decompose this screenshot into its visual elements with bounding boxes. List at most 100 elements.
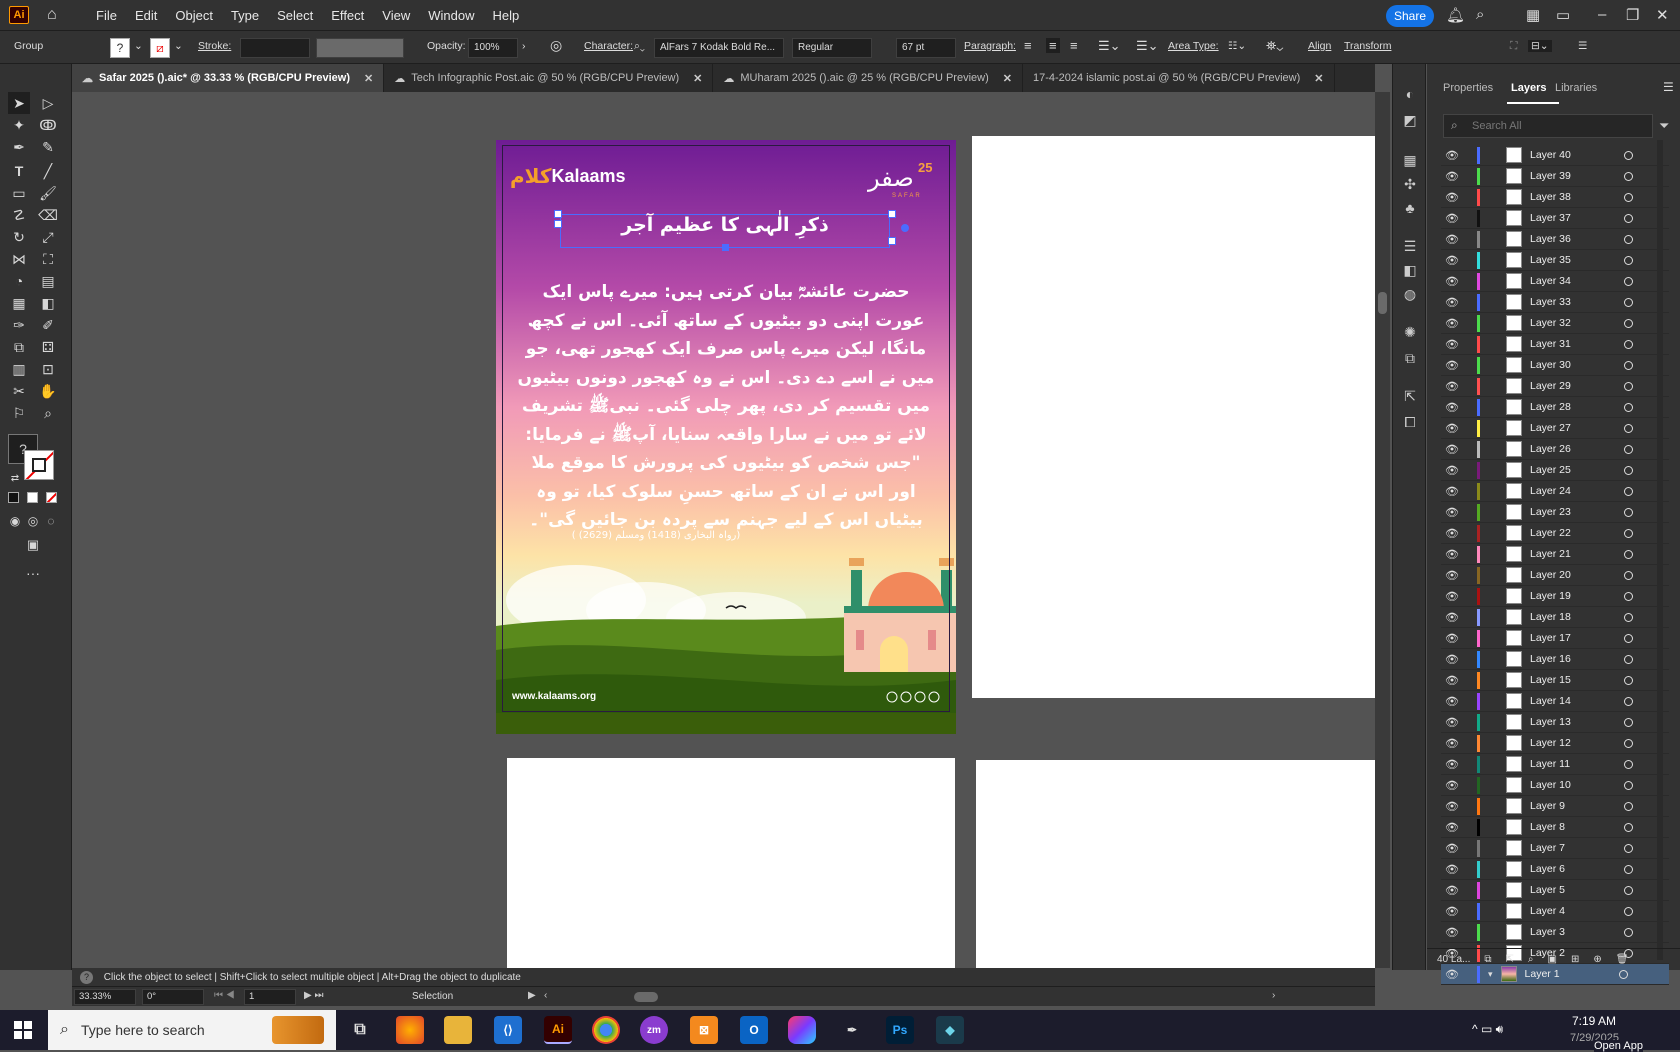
stroke-color-box[interactable]: [24, 450, 54, 480]
eye-icon[interactable]: 👁︎: [1441, 758, 1463, 771]
layers-scrollbar[interactable]: [1657, 140, 1663, 960]
eye-icon[interactable]: 👁︎: [1441, 485, 1463, 498]
layer-row[interactable]: 👁︎ Layer 40: [1441, 145, 1669, 166]
resize-handle[interactable]: [888, 237, 896, 245]
layer-row[interactable]: 👁︎ Layer 15: [1441, 670, 1669, 691]
target-icon[interactable]: [1624, 738, 1633, 748]
symbol-sprayer-tool-icon[interactable]: ⚃: [37, 336, 59, 358]
zoom-tool-icon[interactable]: ⌕: [37, 402, 59, 424]
share-button[interactable]: Share: [1386, 5, 1434, 27]
photoshop-icon[interactable]: Ps: [886, 1016, 914, 1044]
chrome-icon[interactable]: [592, 1016, 620, 1044]
task-view-icon[interactable]: ⧉: [346, 1016, 374, 1044]
column-graph-tool-icon[interactable]: ▥: [8, 358, 30, 380]
tab-islamic-post[interactable]: 17-4-2024 islamic post.ai @ 50 % (RGB/CP…: [1023, 64, 1335, 92]
layer-name[interactable]: Layer 39: [1530, 170, 1612, 182]
tab-libraries[interactable]: Libraries: [1555, 82, 1597, 94]
canvas-area[interactable]: کلام Kalaams صفر 25 SAFAR ذکرِ الٰہی کا …: [72, 92, 1375, 968]
variable-width-profile[interactable]: [316, 38, 404, 58]
stroke-swatch[interactable]: ⧄: [150, 38, 170, 58]
home-icon[interactable]: ⌂: [47, 6, 67, 24]
draw-inside-icon[interactable]: ◌: [40, 510, 62, 532]
brushes-icon[interactable]: ✣: [1400, 174, 1420, 194]
tab-safar-2025[interactable]: ☁ Safar 2025 ().aic* @ 33.33 % (RGB/CPU …: [72, 64, 385, 92]
layer-row[interactable]: 👁︎ Layer 8: [1441, 817, 1669, 838]
target-icon[interactable]: [1624, 759, 1633, 769]
target-icon[interactable]: [1624, 339, 1633, 349]
eyedropper-tool-icon[interactable]: ✑: [8, 314, 30, 336]
layer-row[interactable]: 👁︎ Layer 34: [1441, 271, 1669, 292]
layer-name[interactable]: Layer 20: [1530, 569, 1612, 581]
eye-icon[interactable]: 👁︎: [1441, 359, 1463, 372]
layer-name[interactable]: Layer 29: [1530, 380, 1612, 392]
eye-icon[interactable]: 👁︎: [1441, 422, 1463, 435]
eye-icon[interactable]: 👁︎: [1441, 464, 1463, 477]
layer-row[interactable]: 👁︎ Layer 39: [1441, 166, 1669, 187]
align-center-icon[interactable]: ≡: [1046, 38, 1060, 53]
none-mode-icon[interactable]: [46, 492, 57, 503]
lasso-tool-icon[interactable]: ↂ: [37, 114, 59, 136]
target-icon[interactable]: [1624, 801, 1633, 811]
open-app-label[interactable]: Open App: [1594, 1040, 1643, 1052]
target-icon[interactable]: [1624, 507, 1633, 517]
target-icon[interactable]: [1624, 360, 1633, 370]
layer-name[interactable]: Layer 31: [1530, 338, 1612, 350]
layer-row[interactable]: 👁︎ Layer 25: [1441, 460, 1669, 481]
tab-properties[interactable]: Properties: [1443, 82, 1493, 94]
target-icon[interactable]: [1624, 402, 1633, 412]
layer-name[interactable]: Layer 26: [1530, 443, 1612, 455]
free-transform-tool-icon[interactable]: ⛶: [37, 248, 59, 270]
layer-name[interactable]: Layer 25: [1530, 464, 1612, 476]
tab-muharam-2025[interactable]: ☁ MUharam 2025 ().aic @ 25 % (RGB/CPU Pr…: [713, 64, 1023, 92]
layer-row[interactable]: 👁︎ Layer 16: [1441, 649, 1669, 670]
target-icon[interactable]: [1624, 423, 1633, 433]
layer-row[interactable]: 👁︎ Layer 33: [1441, 292, 1669, 313]
gradient-tool-icon[interactable]: ◧: [37, 292, 59, 314]
artboard-4[interactable]: [976, 760, 1375, 968]
layer-name[interactable]: Layer 10: [1530, 779, 1612, 791]
arrange-icon[interactable]: ▭: [1556, 6, 1570, 24]
layer-name[interactable]: Layer 23: [1530, 506, 1612, 518]
type-tool-icon[interactable]: T: [8, 160, 30, 182]
width-tool-icon[interactable]: ⋈: [8, 248, 30, 270]
perspective-grid-tool-icon[interactable]: ▤: [37, 270, 59, 292]
target-icon[interactable]: [1624, 843, 1633, 853]
layer-row[interactable]: 👁︎ Layer 11: [1441, 754, 1669, 775]
layer-name[interactable]: Layer 21: [1530, 548, 1612, 560]
minimize-icon[interactable]: –: [1598, 6, 1606, 23]
artboards-icon[interactable]: ⧠: [1400, 412, 1420, 432]
eye-icon[interactable]: 👁︎: [1441, 716, 1463, 729]
eye-icon[interactable]: 👁︎: [1441, 611, 1463, 624]
target-icon[interactable]: [1624, 780, 1633, 790]
gradient-mode-icon[interactable]: [27, 492, 38, 503]
artboard-tool-icon[interactable]: ⊡: [37, 358, 59, 380]
menu-edit[interactable]: Edit: [126, 8, 166, 23]
target-icon[interactable]: [1624, 612, 1633, 622]
bell-icon[interactable]: 🔔︎: [1446, 6, 1465, 24]
stroke-label[interactable]: Stroke:: [198, 40, 231, 52]
eye-icon[interactable]: 👁︎: [1441, 338, 1463, 351]
eye-icon[interactable]: 👁︎: [1441, 926, 1463, 939]
font-style-field[interactable]: Regular: [792, 38, 872, 58]
layer-row[interactable]: 👁︎ Layer 13: [1441, 712, 1669, 733]
menu-icon[interactable]: ☰: [1578, 40, 1587, 52]
menu-object[interactable]: Object: [166, 8, 222, 23]
scroll-right-icon[interactable]: ›: [1272, 990, 1275, 1001]
layer-name[interactable]: Layer 12: [1530, 737, 1612, 749]
target-icon[interactable]: [1624, 486, 1633, 496]
menu-window[interactable]: Window: [419, 8, 483, 23]
layer-name[interactable]: Layer 5: [1530, 884, 1612, 896]
target-icon[interactable]: [1624, 213, 1633, 223]
target-icon[interactable]: [1624, 171, 1633, 181]
eye-icon[interactable]: 👁︎: [1441, 569, 1463, 582]
close-icon[interactable]: ✕: [364, 72, 373, 85]
target-icon[interactable]: [1624, 297, 1633, 307]
selection-tool-icon[interactable]: ➤: [8, 92, 30, 114]
eye-icon[interactable]: 👁︎: [1441, 296, 1463, 309]
target-icon[interactable]: [1624, 150, 1633, 160]
target-icon[interactable]: [1624, 234, 1633, 244]
chevron-right-icon[interactable]: ▶: [528, 990, 536, 1001]
layer-row[interactable]: 👁︎ Layer 5: [1441, 880, 1669, 901]
layer-name[interactable]: Layer 16: [1530, 653, 1612, 665]
eye-icon[interactable]: 👁︎: [1441, 590, 1463, 603]
